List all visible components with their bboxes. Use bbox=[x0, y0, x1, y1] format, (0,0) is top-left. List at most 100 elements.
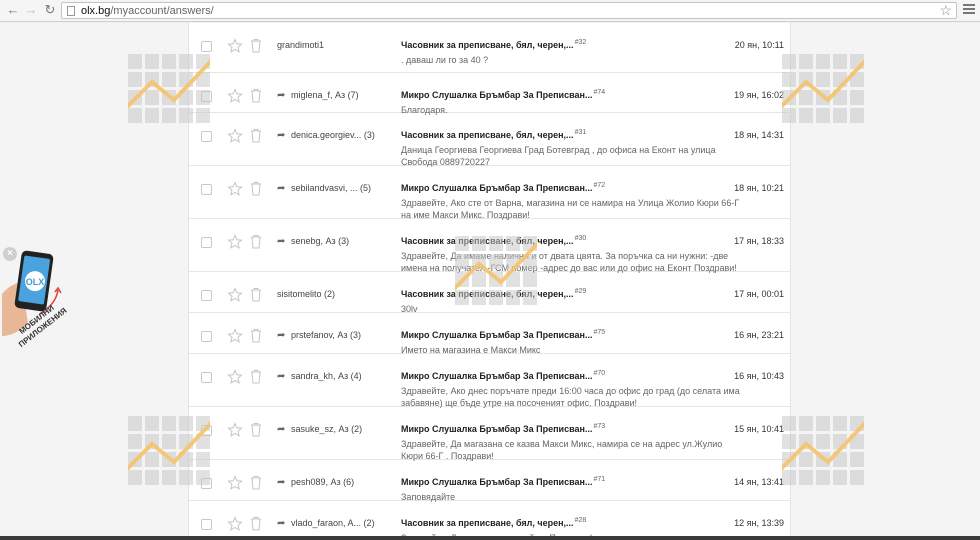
message-subject[interactable]: Микро Слушалка Бръмбар За Преписван...#7… bbox=[401, 89, 606, 100]
trash-icon[interactable] bbox=[249, 234, 263, 249]
message-row[interactable]: ➦ senebg, Аз (3) Часовник за преписване, б… bbox=[189, 219, 790, 274]
message-row[interactable]: ➦ sasuke_sz, Аз (2) Микро Слушалка Бръмбар… bbox=[189, 407, 790, 462]
star-icon[interactable] bbox=[227, 369, 243, 385]
subject-text: Микро Слушалка Бръмбар За Преписван... bbox=[401, 183, 593, 193]
sender-name[interactable]: prstefanov, Аз (3) bbox=[291, 330, 361, 340]
star-icon[interactable] bbox=[227, 128, 243, 144]
select-checkbox[interactable] bbox=[201, 425, 212, 436]
select-checkbox[interactable] bbox=[201, 184, 212, 195]
sender-name[interactable]: senebg, Аз (3) bbox=[291, 236, 349, 246]
star-icon[interactable] bbox=[227, 181, 243, 197]
message-date: 19 ян, 16:02 bbox=[734, 90, 784, 100]
trash-icon[interactable] bbox=[249, 287, 263, 302]
select-checkbox[interactable] bbox=[201, 237, 212, 248]
message-date: 15 ян, 10:41 bbox=[734, 424, 784, 434]
message-subject[interactable]: Микро Слушалка Бръмбар За Преписван...#7… bbox=[401, 182, 605, 193]
star-icon[interactable] bbox=[227, 88, 243, 104]
message-preview[interactable]: . даваш ли го за 40 ? bbox=[401, 54, 741, 66]
reply-arrow-icon: ➦ bbox=[277, 236, 286, 247]
message-preview[interactable]: Даница Георгиева Георгиева Град Ботевгра… bbox=[401, 144, 741, 168]
select-checkbox[interactable] bbox=[201, 41, 212, 52]
trash-icon[interactable] bbox=[249, 516, 263, 531]
reply-arrow-icon: ➦ bbox=[277, 518, 286, 529]
message-row[interactable]: ➦ sandra_kh, Аз (4) Микро Слушалка Бръмбар… bbox=[189, 354, 790, 409]
message-preview[interactable]: Здравейте, Ако днес поръчате преди 16:00… bbox=[401, 385, 741, 409]
forward-arrow-icon[interactable]: → bbox=[24, 3, 38, 17]
message-subject[interactable]: Часовник за преписване, бял, черен,...#2… bbox=[401, 288, 586, 299]
star-icon[interactable] bbox=[227, 234, 243, 250]
subject-text: Часовник за преписване, бял, черен,... bbox=[401, 40, 574, 50]
message-row[interactable]: ➦ pesh089, Аз (6) Микро Слушалка Бръмбар З… bbox=[189, 460, 790, 502]
promo-close-icon[interactable]: × bbox=[3, 247, 17, 261]
select-checkbox[interactable] bbox=[201, 290, 212, 301]
sender-name[interactable]: pesh089, Аз (6) bbox=[291, 477, 354, 487]
sender-name[interactable]: denica.georgiev... (3) bbox=[291, 130, 375, 140]
message-row[interactable]: ➦ prstefanov, Аз (3) Микро Слушалка Бръмба… bbox=[189, 313, 790, 355]
trash-icon[interactable] bbox=[249, 328, 263, 343]
message-row[interactable]: sisitomelito (2) Часовник за преписване, … bbox=[189, 272, 790, 314]
message-preview[interactable]: Здравейте, Ако сте от Варна, магазина ни… bbox=[401, 197, 741, 221]
message-date: 16 ян, 10:43 bbox=[734, 371, 784, 381]
sender-name[interactable]: sebilandvasvi, ... (5) bbox=[291, 183, 371, 193]
message-subject[interactable]: Микро Слушалка Бръмбар За Преписван...#7… bbox=[401, 423, 606, 434]
trash-icon[interactable] bbox=[249, 88, 263, 103]
sender-name[interactable]: miglena_f, Аз (7) bbox=[291, 90, 359, 100]
message-preview[interactable]: Здравейте, Да магазана се казва Макси Ми… bbox=[401, 438, 741, 462]
select-checkbox[interactable] bbox=[201, 331, 212, 342]
message-number: #74 bbox=[593, 89, 606, 96]
star-icon[interactable] bbox=[227, 38, 243, 54]
star-icon[interactable] bbox=[227, 475, 243, 491]
trash-icon[interactable] bbox=[249, 38, 263, 53]
select-checkbox[interactable] bbox=[201, 372, 212, 383]
reply-arrow-icon: ➦ bbox=[277, 424, 286, 435]
select-checkbox[interactable] bbox=[201, 519, 212, 530]
message-number: #73 bbox=[593, 423, 606, 430]
message-row[interactable]: ➦ denica.georgiev... (3) Часовник за препи… bbox=[189, 113, 790, 168]
subject-text: Микро Слушалка Бръмбар За Преписван... bbox=[401, 424, 593, 434]
address-bar[interactable]: olx.bg/myaccount/answers/ ☆ bbox=[61, 2, 957, 19]
sender-name[interactable]: sandra_kh, Аз (4) bbox=[291, 371, 362, 381]
message-subject[interactable]: Микро Слушалка Бръмбар За Преписван...#7… bbox=[401, 370, 605, 381]
message-preview[interactable]: Здравейте, Да имаме налични и от двата ц… bbox=[401, 250, 741, 274]
message-row[interactable]: grandimoti1 Часовник за преписване, бял, … bbox=[189, 23, 790, 73]
message-subject[interactable]: Микро Слушалка Бръмбар За Преписван...#7… bbox=[401, 476, 605, 487]
trash-icon[interactable] bbox=[249, 369, 263, 384]
star-icon[interactable] bbox=[227, 328, 243, 344]
sender-name[interactable]: vlado_faraon, A... (2) bbox=[291, 518, 375, 528]
message-date: 16 ян, 23:21 bbox=[734, 330, 784, 340]
message-row[interactable]: ➦ vlado_faraon, A... (2) Часовник за препи… bbox=[189, 501, 790, 540]
star-icon[interactable] bbox=[227, 422, 243, 438]
trash-icon[interactable] bbox=[249, 128, 263, 143]
message-date: 17 ян, 00:01 bbox=[734, 289, 784, 299]
message-row[interactable]: ➦ sebilandvasvi, ... (5) Микро Слушалка Бр… bbox=[189, 166, 790, 221]
select-checkbox[interactable] bbox=[201, 131, 212, 142]
trash-icon[interactable] bbox=[249, 422, 263, 437]
bookmark-star-icon[interactable]: ☆ bbox=[939, 3, 952, 18]
subject-text: Микро Слушалка Бръмбар За Преписван... bbox=[401, 330, 593, 340]
message-number: #28 bbox=[574, 517, 587, 524]
sender-name[interactable]: sasuke_sz, Аз (2) bbox=[291, 424, 362, 434]
browser-menu-icon[interactable] bbox=[963, 4, 975, 16]
trash-icon[interactable] bbox=[249, 181, 263, 196]
message-row[interactable]: ➦ miglena_f, Аз (7) Микро Слушалка Бръмбар… bbox=[189, 73, 790, 115]
message-subject[interactable]: Часовник за преписване, бял, черен,...#2… bbox=[401, 517, 587, 528]
mobile-app-promo[interactable]: OLX × МОБИЛНИ ПРИЛОЖЕНИЯ bbox=[0, 244, 70, 364]
message-subject[interactable]: Часовник за преписване, бял, черен,...#3… bbox=[401, 39, 586, 50]
reload-icon[interactable]: ↻ bbox=[43, 3, 57, 17]
url-text[interactable]: olx.bg/myaccount/answers/ bbox=[81, 4, 214, 18]
sender-name[interactable]: sisitomelito (2) bbox=[277, 289, 335, 299]
star-icon[interactable] bbox=[227, 287, 243, 303]
back-arrow-icon[interactable]: ← bbox=[6, 3, 20, 17]
trash-icon[interactable] bbox=[249, 475, 263, 490]
url-host: olx.bg bbox=[81, 5, 111, 17]
url-path: /myaccount/answers/ bbox=[110, 5, 214, 17]
message-subject[interactable]: Микро Слушалка Бръмбар За Преписван...#7… bbox=[401, 329, 605, 340]
reply-arrow-icon: ➦ bbox=[277, 330, 286, 341]
message-subject[interactable]: Часовник за преписване, бял, черен,...#3… bbox=[401, 129, 586, 140]
select-checkbox[interactable] bbox=[201, 91, 212, 102]
subject-text: Часовник за преписване, бял, черен,... bbox=[401, 289, 574, 299]
star-icon[interactable] bbox=[227, 516, 243, 532]
message-subject[interactable]: Часовник за преписване, бял, черен,...#3… bbox=[401, 235, 586, 246]
select-checkbox[interactable] bbox=[201, 478, 212, 489]
sender-name[interactable]: grandimoti1 bbox=[277, 40, 324, 50]
